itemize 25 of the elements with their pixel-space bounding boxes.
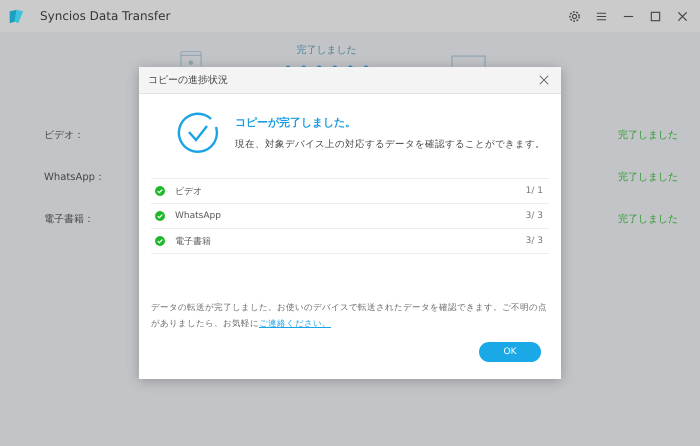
- category-label: 電子書籍：: [44, 212, 94, 226]
- transfer-status: 完了しました: [296, 44, 356, 57]
- check-circle-icon: [177, 112, 219, 154]
- category-status: 完了しました: [618, 212, 678, 226]
- item-count: 3/ 3: [526, 236, 543, 246]
- category-label: ビデオ：: [44, 129, 84, 142]
- logo-icon: [8, 8, 25, 24]
- dialog-subtitle: 現在、対象デバイス上の対応するデータを確認することができます。: [235, 138, 545, 151]
- dialog-heading: コピーが完了しました。: [235, 115, 357, 130]
- category-status: 完了しました: [618, 128, 678, 142]
- category-status: 完了しました: [618, 170, 678, 184]
- item-count: 3/ 3: [526, 211, 543, 221]
- item-count: 1/ 1: [526, 186, 543, 196]
- item-name: 電子書籍: [175, 236, 211, 248]
- phone-icon: [180, 50, 202, 67]
- ok-button[interactable]: OK: [479, 342, 541, 362]
- window-title: Syncios Data Transfer: [40, 9, 170, 23]
- item-name: ビデオ: [175, 186, 202, 198]
- dialog-title: コピーの進捗状況: [148, 74, 228, 87]
- contact-link[interactable]: ご連絡ください。: [259, 319, 331, 329]
- completion-note: データの転送が完了しました。お使いのデバイスで転送されたデータを確認できます。ご不明の点がありましたら、お気軽に ご連絡ください。: [151, 302, 548, 331]
- tablet-icon: [451, 55, 486, 67]
- category-label: WhatsApp：: [44, 171, 106, 184]
- item-name: WhatsApp: [175, 211, 221, 221]
- close-icon[interactable]: [539, 75, 549, 85]
